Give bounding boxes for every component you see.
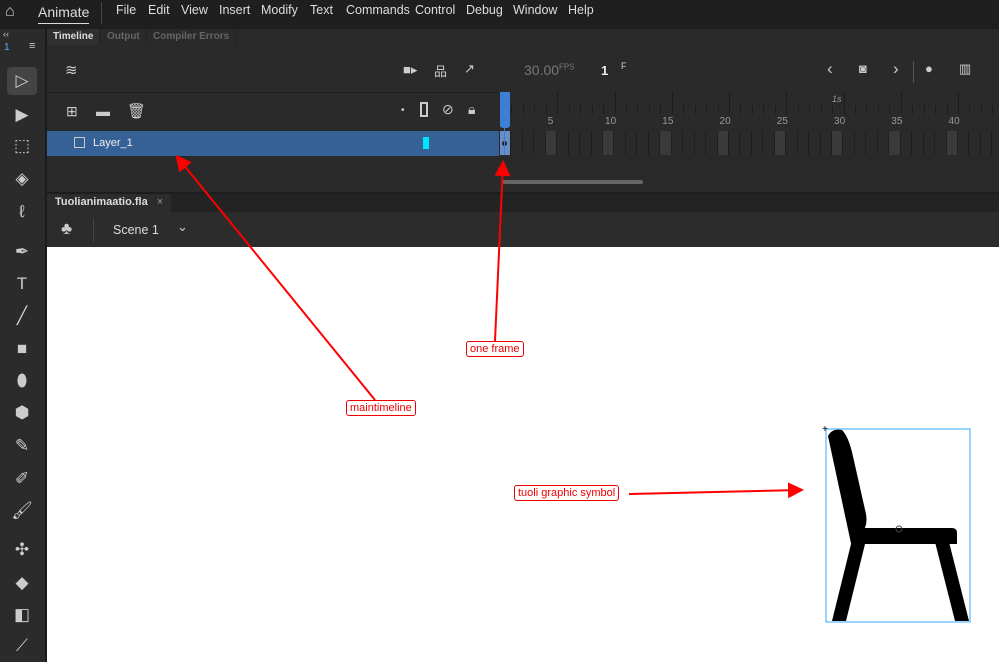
annotation-layer: + [175, 154, 971, 623]
annotation-symbol: tuoli graphic symbol [514, 485, 620, 501]
arrow-maintimeline [175, 154, 376, 401]
annotation-one-frame: one frame [466, 341, 524, 357]
chair-symbol: + [822, 424, 969, 621]
annotation-maintimeline: maintimeline [346, 400, 416, 416]
arrow-symbol [628, 482, 804, 499]
svg-text:+: + [822, 424, 828, 435]
arrow-one-frame [494, 160, 511, 342]
